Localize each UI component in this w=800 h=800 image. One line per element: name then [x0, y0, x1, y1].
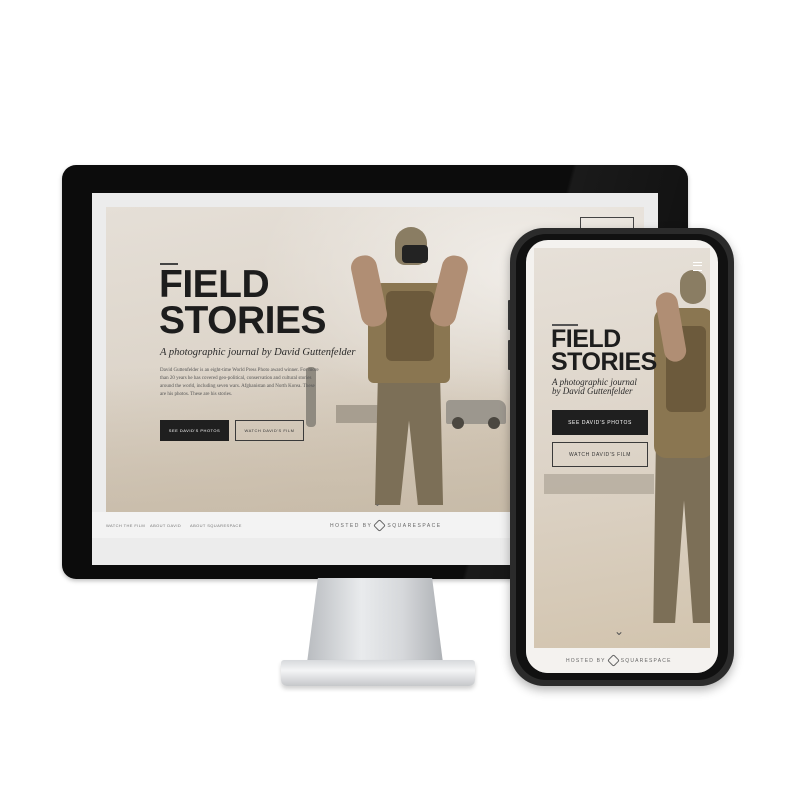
brand-label: SQUARESPACE — [387, 522, 442, 529]
intro-paragraph: David Guttenfelder is an eight-time Worl… — [160, 368, 319, 397]
page-subtitle: A photographic journal by David Guttenfe… — [552, 378, 662, 396]
truck-wheel — [488, 417, 500, 429]
mobile-phone: FIELD STORIES A photographic journal by … — [510, 228, 734, 686]
camera-icon — [402, 245, 428, 263]
squarespace-logo-icon — [606, 654, 620, 667]
photographer-head — [680, 270, 706, 304]
title-line: FIELD — [159, 263, 270, 306]
hosted-by-label: HOSTED BY — [566, 657, 606, 664]
monitor-base — [281, 660, 475, 686]
page-title: FIELD STORIES — [159, 263, 327, 342]
background-building — [544, 474, 654, 494]
see-photos-button[interactable]: SEE DAVID'S PHOTOS — [160, 420, 229, 441]
subtitle-line: by David Guttenfelder — [552, 386, 633, 396]
photographer-vest — [386, 291, 434, 361]
hamburger-menu-icon[interactable] — [693, 262, 702, 271]
hosted-by-badge[interactable]: HOSTED BY SQUARESPACE — [330, 519, 442, 532]
title-line: STORIES — [551, 348, 657, 376]
watch-film-button[interactable]: WATCH DAVID'S FILM — [552, 442, 648, 467]
photographer-legs — [653, 448, 710, 623]
watch-film-button[interactable]: WATCH DAVID'S FILM — [235, 420, 304, 441]
hosted-by-badge[interactable]: HOSTED BY SQUARESPACE — [566, 654, 672, 667]
monitor-stand — [307, 578, 443, 663]
footer-link-about-david[interactable]: ABOUT DAVID — [150, 523, 181, 528]
footer-link-about-squarespace[interactable]: ABOUT SQUARESPACE — [190, 523, 242, 528]
truck-wheel — [452, 417, 464, 429]
page-title: FIELD STORIES — [551, 327, 657, 376]
footer-link-watch-film[interactable]: WATCH THE FILM — [106, 523, 145, 528]
phone-screen: FIELD STORIES A photographic journal by … — [526, 240, 718, 673]
phone-hero-image: FIELD STORIES A photographic journal by … — [534, 248, 710, 648]
chevron-down-icon[interactable]: ⌄ — [374, 499, 381, 508]
brand-label: SQUARESPACE — [620, 657, 672, 664]
chevron-down-icon[interactable]: ⌄ — [614, 624, 624, 638]
phone-footer: HOSTED BY SQUARESPACE — [526, 648, 718, 673]
title-line: STORIES — [159, 299, 327, 342]
see-photos-button[interactable]: SEE DAVID'S PHOTOS — [552, 410, 648, 435]
background-building — [336, 405, 384, 423]
page-subtitle: A photographic journal by David Guttenfe… — [160, 347, 356, 358]
hosted-by-label: HOSTED BY — [330, 522, 373, 529]
squarespace-logo-icon — [373, 519, 387, 532]
